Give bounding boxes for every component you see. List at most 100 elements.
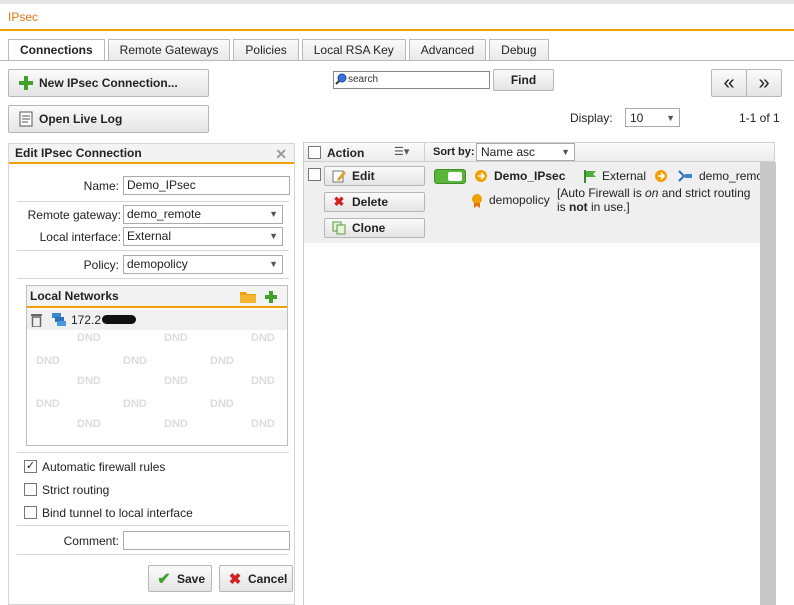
trash-icon[interactable] <box>31 313 42 330</box>
strict-routing-checkbox[interactable] <box>24 483 37 496</box>
edit-connection-panel: Edit IPsec Connection ✕ Name: Demo_IPsec… <box>8 143 295 605</box>
sort-select[interactable]: Name asc ▼ <box>476 143 575 161</box>
close-icon[interactable]: ✕ <box>275 145 287 163</box>
search-icon <box>335 73 347 88</box>
sort-label: Sort by: <box>433 146 475 158</box>
save-label: Save <box>177 571 206 586</box>
chevron-down-icon: ▼ <box>561 147 570 157</box>
dnd-placeholder: DND <box>251 418 275 430</box>
auto-firewall-checkbox[interactable]: ✓ <box>24 460 37 473</box>
connection-note: [Auto Firewall is on and strict routing … <box>557 186 762 214</box>
plus-icon <box>18 75 34 91</box>
name-label: Name: <box>83 179 119 193</box>
delete-button[interactable]: ✖ Delete <box>324 192 425 212</box>
table-row: Edit ✖ Delete Clone Demo_IPsec External … <box>304 162 764 243</box>
edit-panel-title: Edit IPsec Connection <box>15 146 142 160</box>
clone-label: Clone <box>352 221 386 235</box>
new-connection-button[interactable]: New IPsec Connection... <box>8 69 209 97</box>
tab-local-rsa-key[interactable]: Local RSA Key <box>301 39 406 60</box>
note-not: not <box>569 200 588 214</box>
dnd-placeholder: DND <box>164 332 188 344</box>
folder-icon[interactable] <box>240 289 256 309</box>
x-icon: ✖ <box>333 194 345 209</box>
policy-select[interactable]: demopolicy ▼ <box>123 255 283 274</box>
status-toggle[interactable] <box>434 169 466 184</box>
save-button[interactable]: ✔ Save <box>148 565 212 592</box>
divider <box>17 250 289 251</box>
x-icon: ✖ <box>228 570 242 588</box>
display-select[interactable]: 10 ▼ <box>625 108 680 127</box>
dnd-placeholder: DND <box>123 398 147 410</box>
check-icon: ✔ <box>157 570 171 588</box>
bind-tunnel-label: Bind tunnel to local interface <box>42 506 193 520</box>
dnd-placeholder: DND <box>36 398 60 410</box>
clone-button[interactable]: Clone <box>324 218 425 238</box>
dnd-placeholder: DND <box>251 375 275 387</box>
edit-button[interactable]: Edit <box>324 166 425 186</box>
edit-label: Edit <box>352 169 375 183</box>
policy-icon <box>471 193 483 212</box>
select-all-checkbox[interactable] <box>308 146 321 159</box>
local-interface-value: External <box>127 229 172 243</box>
search-input[interactable]: search <box>333 71 490 89</box>
log-icon <box>18 111 34 127</box>
tab-debug[interactable]: Debug <box>489 39 549 60</box>
bind-tunnel-checkbox[interactable] <box>24 506 37 519</box>
chevron-down-icon: ▼ <box>269 209 278 219</box>
network-icon <box>52 313 66 329</box>
dnd-placeholder: DND <box>36 355 60 367</box>
remote-gateway-select[interactable]: demo_remote ▼ <box>123 205 283 224</box>
list-header: Action ☰▾ Sort by: Name asc ▼ <box>303 142 775 162</box>
local-interface-select[interactable]: External ▼ <box>123 227 283 246</box>
comment-field[interactable] <box>123 531 290 550</box>
tab-remote-gateways[interactable]: Remote Gateways <box>107 39 231 60</box>
connection-list: Edit ✖ Delete Clone Demo_IPsec External … <box>303 162 776 605</box>
dnd-placeholder: DND <box>210 355 234 367</box>
dnd-placeholder: DND <box>77 375 101 387</box>
interface-icon <box>583 169 597 186</box>
chevron-down-icon: ▼ <box>269 231 278 241</box>
dnd-placeholder: DND <box>164 375 188 387</box>
redacted-mark <box>102 315 136 324</box>
nav-last-button[interactable]: » <box>746 69 782 97</box>
dnd-placeholder: DND <box>210 398 234 410</box>
tab-advanced[interactable]: Advanced <box>408 39 487 60</box>
local-interface-label: Local interface: <box>39 230 121 244</box>
local-networks-title: Local Networks <box>30 289 119 303</box>
network-item[interactable]: 172.2 <box>27 310 287 330</box>
policy-name: demopolicy <box>489 193 550 207</box>
edit-panel-header: Edit IPsec Connection ✕ <box>9 144 294 164</box>
cancel-button[interactable]: ✖ Cancel <box>219 565 293 592</box>
scrollbar[interactable] <box>760 162 776 605</box>
tab-connections[interactable]: Connections <box>8 39 105 61</box>
dnd-placeholder: DND <box>77 332 101 344</box>
nav-first-button[interactable]: « <box>711 69 747 97</box>
toggle-knob <box>448 172 462 181</box>
tab-policies[interactable]: Policies <box>233 39 299 60</box>
note-text: [Auto Firewall is <box>557 186 646 200</box>
sort-value: Name asc <box>481 145 536 159</box>
connection-icon <box>474 169 488 186</box>
policy-value: demopolicy <box>127 257 188 271</box>
page-title: IPsec <box>8 10 39 24</box>
header-divider <box>424 143 425 161</box>
plus-icon[interactable] <box>265 289 277 309</box>
row-checkbox[interactable] <box>308 168 321 181</box>
new-connection-label: New IPsec Connection... <box>39 76 178 90</box>
column-menu-icon[interactable]: ☰▾ <box>394 145 409 158</box>
auto-firewall-label: Automatic firewall rules <box>42 460 166 474</box>
remote-gateway-label: Remote gateway: <box>27 208 121 222</box>
gateway-name: demo_remo <box>699 169 764 183</box>
open-live-log-button[interactable]: Open Live Log <box>8 105 209 133</box>
top-bar <box>0 0 794 4</box>
name-field[interactable]: Demo_IPsec <box>123 176 290 195</box>
dnd-placeholder: DND <box>123 355 147 367</box>
connection-name[interactable]: Demo_IPsec <box>494 169 565 183</box>
policy-label: Policy: <box>83 258 119 272</box>
note-text: in use.] <box>587 200 630 214</box>
local-networks-box[interactable]: Local Networks 172.2 DND DND DND DND DND… <box>26 285 288 446</box>
link-icon <box>654 169 668 186</box>
find-button[interactable]: Find <box>493 69 554 91</box>
dnd-placeholder: DND <box>77 418 101 430</box>
display-value: 10 <box>630 110 644 125</box>
